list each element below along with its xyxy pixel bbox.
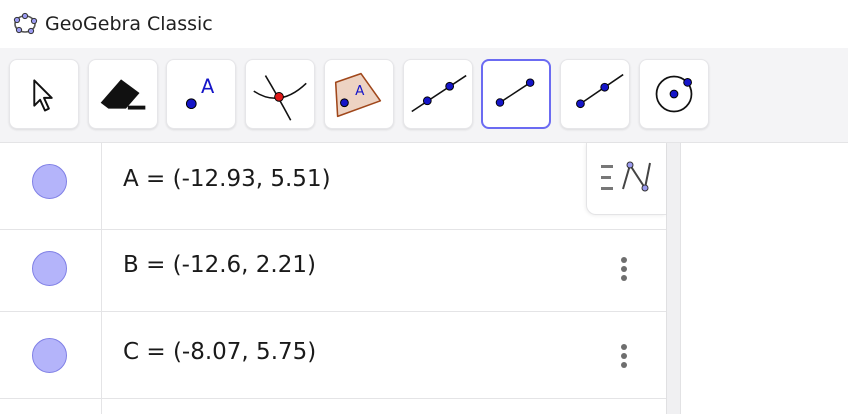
ray-tool-button[interactable]	[560, 59, 630, 129]
algebra-row-b[interactable]: B = (-12.6, 2.21)	[0, 225, 666, 312]
view-splitter[interactable]	[667, 143, 681, 414]
intersect-tool-button[interactable]	[245, 59, 315, 129]
point-tool-button[interactable]: A	[166, 59, 236, 129]
algebra-input-c[interactable]: C = (-8.07, 5.75)	[123, 337, 316, 367]
algebra-input-a[interactable]: A = (-12.93, 5.51)	[123, 164, 331, 194]
intersect-icon	[253, 75, 307, 121]
algebra-input-b[interactable]: B = (-12.6, 2.21)	[123, 250, 316, 280]
algebra-row-a[interactable]: A = (-12.93, 5.51)	[0, 143, 666, 230]
visibility-toggle-point-icon[interactable]	[32, 251, 67, 286]
eraser-icon	[100, 79, 146, 110]
circle-tool-button[interactable]	[639, 59, 709, 129]
algebra-description-toggle-icon	[601, 161, 651, 192]
circle-icon	[655, 75, 693, 113]
arrow-cursor-icon	[33, 79, 53, 112]
graphics-view[interactable]	[681, 143, 848, 414]
line-icon	[411, 74, 467, 113]
visibility-toggle-point-icon[interactable]	[32, 164, 67, 199]
point-icon: A	[185, 75, 215, 110]
segment-tool-button[interactable]	[481, 59, 551, 129]
svg-text:A: A	[201, 75, 215, 98]
algebra-style-toggle-button[interactable]	[586, 143, 666, 215]
title-bar: GeoGebra Classic	[0, 0, 848, 48]
move-tool-button[interactable]	[9, 59, 79, 129]
polygon-icon: A	[334, 72, 382, 118]
geogebra-logo-icon	[13, 12, 38, 35]
toolbar: A A	[0, 48, 848, 143]
ray-icon	[576, 73, 624, 109]
polygon-tool-button[interactable]: A	[324, 59, 394, 129]
algebra-row-c[interactable]: C = (-8.07, 5.75)	[0, 312, 666, 399]
algebra-view: A = (-12.93, 5.51) B = (-12.6, 2.21) C =…	[0, 143, 668, 414]
more-vertical-icon[interactable]	[612, 338, 636, 374]
line-tool-button[interactable]	[403, 59, 473, 129]
svg-text:A: A	[355, 83, 365, 99]
segment-icon	[495, 78, 535, 107]
more-vertical-icon[interactable]	[612, 251, 636, 287]
app-title: GeoGebra Classic	[45, 13, 213, 35]
delete-tool-button[interactable]	[88, 59, 158, 129]
visibility-toggle-point-icon[interactable]	[32, 338, 67, 373]
